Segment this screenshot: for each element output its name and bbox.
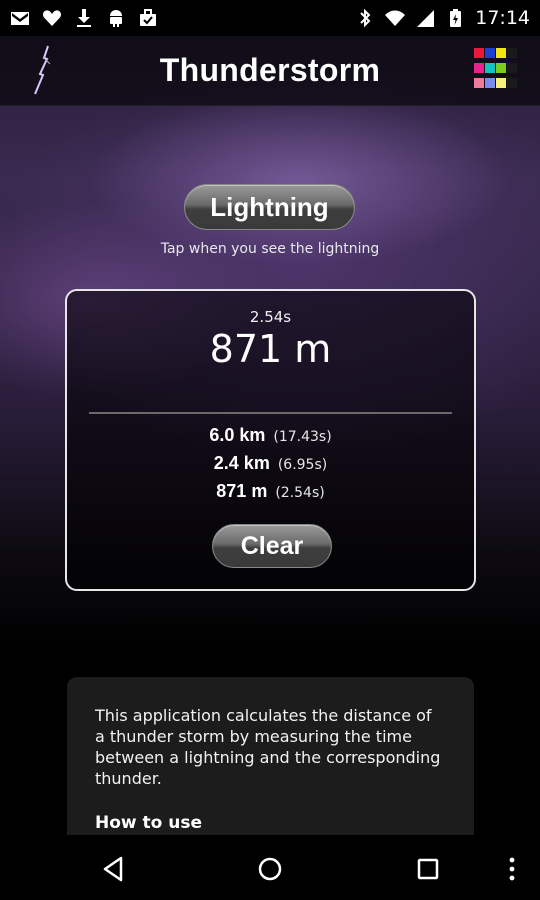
history-time: (2.54s)	[275, 485, 325, 501]
gmail-icon	[10, 8, 30, 28]
palette-swatch	[474, 48, 484, 58]
history-time: (17.43s)	[273, 429, 332, 445]
back-icon[interactable]	[96, 851, 132, 887]
history-list: 6.0 km (17.43s) 2.4 km (6.95s) 871 m (2.…	[67, 425, 474, 509]
palette-swatch	[507, 63, 517, 73]
palette-swatch	[474, 63, 484, 73]
android-icon	[106, 8, 126, 28]
app-title: Thunderstorm	[159, 52, 381, 88]
palette-swatch	[507, 78, 517, 88]
overflow-menu-icon[interactable]	[494, 851, 530, 887]
status-bar: 17:14	[0, 0, 540, 36]
palette-swatch	[485, 48, 495, 58]
clear-button[interactable]: Clear	[212, 524, 332, 568]
recents-icon[interactable]	[410, 851, 446, 887]
palette-swatch	[485, 63, 495, 73]
briefcase-icon	[138, 8, 158, 28]
result-panel: 2.54s 871 m 6.0 km (17.43s) 2.4 km (6.95…	[65, 289, 476, 591]
home-icon[interactable]	[252, 851, 288, 887]
current-time: 2.54s	[249, 308, 292, 326]
heart-icon	[42, 8, 62, 28]
history-distance: 871 m	[216, 481, 268, 501]
palette-swatch	[496, 48, 506, 58]
current-distance: 871 m	[209, 327, 332, 371]
palette-swatch	[485, 78, 495, 88]
lightning-button[interactable]: Lightning	[184, 184, 355, 230]
how-to-use-heading: How to use	[95, 813, 203, 833]
palette-swatch	[496, 63, 506, 73]
palette-swatch	[507, 48, 517, 58]
color-palette-icon[interactable]	[474, 48, 518, 92]
battery-charging-icon	[445, 8, 465, 28]
lightning-logo-icon	[34, 45, 51, 95]
history-time: (6.95s)	[277, 457, 328, 473]
bluetooth-icon	[355, 8, 375, 28]
signal-icon	[415, 8, 435, 28]
palette-swatch	[496, 78, 506, 88]
history-row: 871 m (2.54s)	[67, 481, 474, 509]
history-row: 2.4 km (6.95s)	[67, 453, 474, 481]
app-bar: Thunderstorm	[0, 36, 540, 106]
history-distance: 6.0 km	[209, 425, 266, 445]
navigation-bar	[0, 835, 540, 900]
history-distance: 2.4 km	[213, 453, 270, 473]
palette-swatch	[474, 78, 484, 88]
download-icon	[74, 8, 94, 28]
history-row: 6.0 km (17.43s)	[67, 425, 474, 453]
info-description: This application calculates the distance…	[95, 706, 441, 788]
status-clock: 17:14	[475, 7, 530, 29]
wifi-icon	[385, 8, 406, 28]
divider	[89, 412, 452, 414]
lightning-hint: Tap when you see the lightning	[160, 241, 380, 257]
info-card: This application calculates the distance…	[67, 677, 474, 837]
